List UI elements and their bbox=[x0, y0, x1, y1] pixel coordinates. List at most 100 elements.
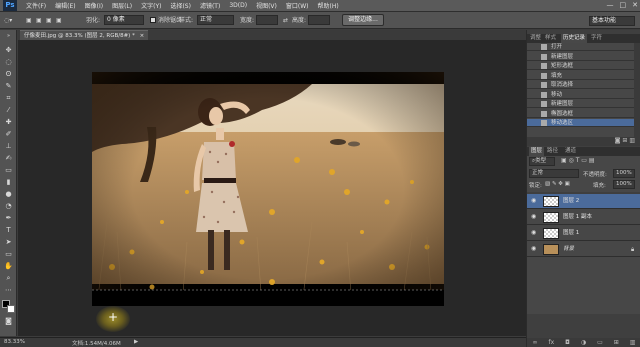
history-item[interactable]: 取消选择 bbox=[527, 81, 634, 90]
history-trash-icon[interactable]: ▥ bbox=[629, 137, 635, 144]
tab-styles[interactable]: 样式 bbox=[545, 34, 556, 43]
feather-input[interactable]: 0 像素 bbox=[104, 15, 144, 25]
status-menu-arrow-icon[interactable]: ▶ bbox=[134, 339, 138, 345]
tab-paths[interactable]: 路径 bbox=[547, 147, 558, 156]
adjustment-icon[interactable]: ◑ bbox=[581, 339, 586, 346]
brush-tool-icon[interactable]: ✐ bbox=[3, 130, 14, 139]
height-input[interactable] bbox=[308, 15, 330, 25]
new-selection-icon[interactable]: ▣ bbox=[26, 15, 32, 26]
marquee-tool-preset-icon[interactable]: ◌▾ bbox=[4, 15, 12, 26]
opacity-input[interactable]: 100% bbox=[613, 169, 635, 178]
new-layer-icon[interactable]: ⊞ bbox=[614, 339, 619, 346]
visibility-eye-icon[interactable]: ◉ bbox=[531, 214, 538, 220]
document-canvas[interactable] bbox=[92, 72, 444, 306]
close-icon[interactable]: ✕ bbox=[632, 1, 638, 9]
fill-input[interactable]: 100% bbox=[613, 180, 635, 189]
width-input[interactable] bbox=[256, 15, 278, 25]
eyedropper-tool-icon[interactable]: ⁄ bbox=[3, 106, 14, 115]
clone-stamp-tool-icon[interactable]: ⊥ bbox=[3, 142, 14, 151]
menu-edit[interactable]: 编辑(E) bbox=[55, 1, 75, 10]
canvas-area[interactable]: + bbox=[18, 40, 526, 336]
tab-close-icon[interactable]: × bbox=[140, 33, 145, 39]
history-item[interactable]: 打开 bbox=[527, 43, 634, 52]
antialias-checkbox[interactable] bbox=[150, 17, 156, 23]
tab-layers[interactable]: 图层 bbox=[529, 147, 545, 156]
menu-image[interactable]: 图像(I) bbox=[85, 1, 103, 10]
menu-type[interactable]: 文字(Y) bbox=[141, 1, 161, 10]
subtract-selection-icon[interactable]: ▣ bbox=[46, 15, 52, 26]
healing-brush-tool-icon[interactable]: ✚ bbox=[3, 118, 14, 127]
menu-select[interactable]: 选择(S) bbox=[170, 1, 191, 10]
menu-3d[interactable]: 3D(D) bbox=[229, 2, 247, 9]
quick-mask-icon[interactable]: ◙ bbox=[3, 317, 14, 326]
gradient-tool-icon[interactable]: ▮ bbox=[3, 178, 14, 187]
lasso-tool-icon[interactable]: ʘ bbox=[3, 70, 14, 79]
layers-footer: ∞ fx ◘ ◑ ▭ ⊞ ▥ bbox=[527, 338, 640, 347]
menu-view[interactable]: 视图(V) bbox=[256, 1, 277, 10]
history-item[interactable]: 新建图层 bbox=[527, 100, 634, 109]
path-select-tool-icon[interactable]: ➤ bbox=[3, 238, 14, 247]
layer-row[interactable]: ◉ 图层 1 副本 bbox=[527, 210, 640, 225]
zoom-tool-icon[interactable]: ⌕ bbox=[3, 274, 14, 283]
blur-tool-icon[interactable]: ● bbox=[3, 190, 14, 199]
zoom-level[interactable]: 83.33% bbox=[4, 339, 25, 345]
workspace-select[interactable]: 基本功能 bbox=[589, 16, 635, 26]
visibility-eye-icon[interactable]: ◉ bbox=[531, 230, 538, 236]
visibility-eye-icon[interactable]: ◉ bbox=[531, 246, 538, 252]
crop-tool-icon[interactable]: ⌗ bbox=[3, 94, 14, 103]
layer-row-selected[interactable]: ◉ 图层 2 bbox=[527, 194, 640, 209]
snapshot-icon[interactable]: ◙ bbox=[615, 137, 621, 144]
folder-icon[interactable]: ▭ bbox=[597, 339, 603, 346]
layer-filter-select[interactable]: ⌕类型 bbox=[529, 157, 555, 166]
maximize-icon[interactable]: □ bbox=[620, 1, 627, 9]
tab-history[interactable]: 历史记录 bbox=[561, 34, 588, 43]
minimize-icon[interactable]: — bbox=[607, 1, 614, 9]
menu-help[interactable]: 帮助(H) bbox=[318, 1, 339, 10]
shape-tool-icon[interactable]: ▭ bbox=[3, 250, 14, 259]
pen-tool-icon[interactable]: ✒ bbox=[3, 214, 14, 223]
tab-channels[interactable]: 通道 bbox=[565, 147, 576, 156]
menu-file[interactable]: 文件(F) bbox=[26, 1, 46, 10]
visibility-eye-icon[interactable]: ◉ bbox=[531, 198, 538, 204]
menu-window[interactable]: 窗口(W) bbox=[286, 1, 309, 10]
history-scrollbar[interactable] bbox=[634, 43, 640, 137]
eraser-tool-icon[interactable]: ▭ bbox=[3, 166, 14, 175]
history-item-selected[interactable]: 移动选区 bbox=[527, 119, 634, 128]
history-item[interactable]: 新建图层 bbox=[527, 53, 634, 61]
document-tab[interactable]: 仔像麦田.jpg @ 83.3% (图层 2, RGB/8#) * × bbox=[20, 30, 149, 40]
link-icon[interactable]: ∞ bbox=[532, 339, 537, 346]
blend-mode-select[interactable]: 正常 bbox=[529, 169, 579, 178]
filter-icons[interactable]: ▣ ◎ T ▭ ▤ bbox=[561, 157, 595, 164]
move-tool-icon[interactable]: ✥ bbox=[3, 46, 14, 55]
marquee-tool-icon[interactable]: ◌ bbox=[3, 58, 14, 67]
trash-icon[interactable]: ▥ bbox=[630, 339, 636, 346]
style-select[interactable]: 正常 bbox=[197, 15, 234, 25]
history-brush-tool-icon[interactable]: ✍ bbox=[3, 154, 14, 163]
background-color-swatch[interactable] bbox=[7, 305, 15, 313]
history-item[interactable]: 填充 bbox=[527, 72, 634, 80]
history-step-icon bbox=[541, 91, 547, 98]
hand-tool-icon[interactable]: ✋ bbox=[3, 262, 14, 271]
history-item[interactable]: 矩形选框 bbox=[527, 62, 634, 71]
menu-layer[interactable]: 图层(L) bbox=[112, 1, 132, 10]
intersect-selection-icon[interactable]: ▣ bbox=[56, 15, 62, 26]
menu-filter[interactable]: 滤镜(T) bbox=[200, 1, 220, 10]
tab-adjustments[interactable]: 调整 bbox=[530, 34, 541, 43]
history-item[interactable]: 椭圆选框 bbox=[527, 110, 634, 118]
refine-edge-button[interactable]: 调整边缘... bbox=[342, 14, 384, 26]
type-tool-icon[interactable]: T bbox=[3, 226, 14, 235]
layer-row[interactable]: ◉ 背景 🔒︎ bbox=[527, 242, 640, 257]
history-item[interactable]: 移动 bbox=[527, 91, 634, 99]
quick-select-tool-icon[interactable]: ✎ bbox=[3, 82, 14, 91]
dodge-tool-icon[interactable]: ◔ bbox=[3, 202, 14, 211]
lock-icons[interactable]: ▧ ✎ ✥ ▣ bbox=[545, 181, 570, 187]
layer-row[interactable]: ◉ 图层 1 bbox=[527, 226, 640, 241]
fx-icon[interactable]: fx bbox=[548, 339, 554, 346]
new-snapshot-icon[interactable]: ⊞ bbox=[622, 137, 627, 144]
add-selection-icon[interactable]: ▣ bbox=[36, 15, 42, 26]
collapse-icon[interactable]: » bbox=[3, 32, 14, 41]
mask-icon[interactable]: ◘ bbox=[565, 339, 570, 346]
tab-character[interactable]: 字符 bbox=[591, 34, 602, 43]
more-tools-icon[interactable]: ⋯ bbox=[3, 286, 14, 295]
swap-icon[interactable]: ⇄ bbox=[283, 15, 288, 26]
